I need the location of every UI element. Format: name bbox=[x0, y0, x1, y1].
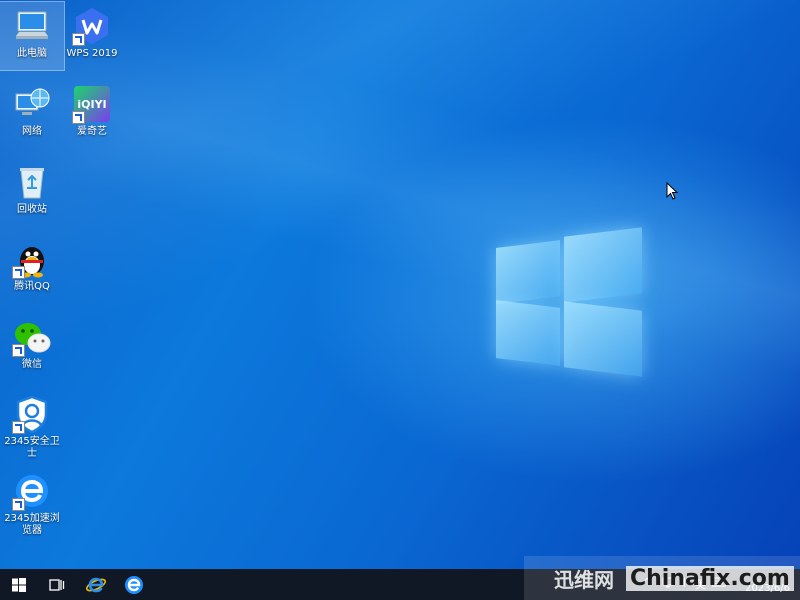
start-button[interactable] bbox=[0, 569, 38, 600]
desktop-icon-qq[interactable]: 腾讯QQ bbox=[0, 235, 64, 303]
shortcut-arrow-icon bbox=[72, 111, 85, 124]
windows-wallpaper-logo bbox=[496, 226, 644, 377]
icon-label: WPS 2019 bbox=[66, 48, 118, 59]
shortcut-arrow-icon bbox=[12, 421, 25, 434]
iqiyi-logo-text: iQIYI bbox=[77, 97, 107, 111]
desktop-icon-iqiyi[interactable]: iQIYI 爱奇艺 bbox=[60, 80, 124, 148]
wps-icon bbox=[72, 6, 112, 46]
shortcut-arrow-icon bbox=[12, 266, 25, 279]
mouse-cursor-icon bbox=[666, 182, 678, 200]
windows-start-icon bbox=[12, 577, 26, 592]
desktop-icon-wps[interactable]: WPS 2019 bbox=[60, 2, 124, 70]
wechat-icon bbox=[12, 317, 52, 357]
icon-label: 微信 bbox=[22, 359, 42, 370]
ie-browser-icon bbox=[85, 577, 107, 592]
desktop-icon-wechat[interactable]: 微信 bbox=[0, 313, 64, 381]
desktop-icon-network[interactable]: 网络 bbox=[0, 80, 64, 148]
watermark-cn: 迅维网 bbox=[554, 567, 614, 592]
icon-label: 爱奇艺 bbox=[77, 126, 107, 137]
2345-security-icon bbox=[12, 394, 52, 434]
shortcut-arrow-icon bbox=[12, 498, 25, 511]
qq-icon bbox=[12, 239, 52, 279]
task-view-button[interactable] bbox=[38, 569, 76, 600]
icon-label: 回收站 bbox=[17, 204, 47, 215]
2345-browser-taskbar-icon bbox=[125, 575, 143, 594]
desktop-icon-this-pc[interactable]: 此电脑 bbox=[0, 1, 65, 71]
2345-browser-icon bbox=[12, 471, 52, 511]
icon-label: 2345加速浏览器 bbox=[4, 513, 60, 536]
watermark: 迅维网 Chinafix.com bbox=[524, 556, 800, 600]
recycle-bin-icon bbox=[12, 162, 52, 202]
iqiyi-icon: iQIYI bbox=[72, 84, 112, 124]
this-pc-icon bbox=[12, 6, 52, 46]
taskbar-ie-browser[interactable] bbox=[77, 569, 115, 600]
shortcut-arrow-icon bbox=[72, 33, 85, 46]
desktop-icon-2345-security[interactable]: 2345安全卫士 bbox=[0, 390, 64, 464]
watermark-en: Chinafix.com bbox=[626, 565, 794, 591]
task-view-icon bbox=[49, 578, 65, 591]
desktop[interactable]: 此电脑 网络 回收站 腾讯QQ 微信 2345安全卫士 2345加速浏览器 WP… bbox=[0, 0, 800, 569]
desktop-icon-2345-browser[interactable]: 2345加速浏览器 bbox=[0, 467, 64, 541]
icon-label: 此电脑 bbox=[17, 48, 47, 59]
icon-label: 2345安全卫士 bbox=[4, 436, 60, 459]
network-icon bbox=[12, 84, 52, 124]
desktop-icon-recycle-bin[interactable]: 回收站 bbox=[0, 158, 64, 226]
shortcut-arrow-icon bbox=[12, 344, 25, 357]
icon-label: 网络 bbox=[22, 126, 42, 137]
taskbar-2345-browser[interactable] bbox=[115, 569, 153, 600]
icon-label: 腾讯QQ bbox=[14, 281, 50, 292]
